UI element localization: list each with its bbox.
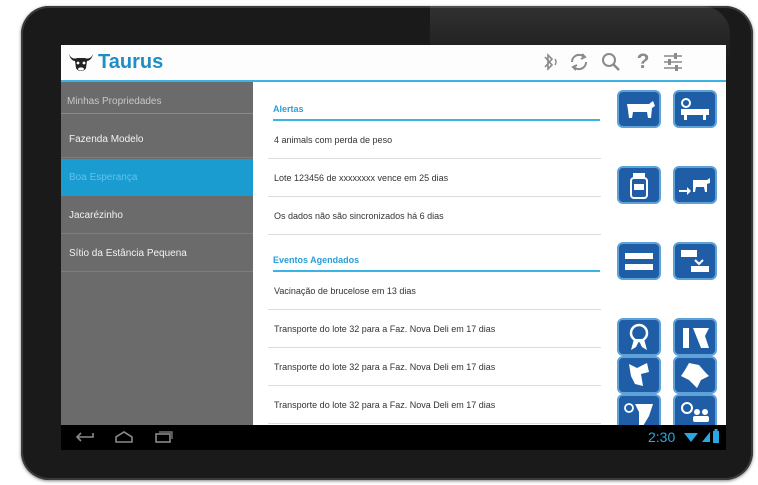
alerts-section-title: Alertas — [273, 104, 600, 121]
event-item[interactable]: Transporte do lote 32 para a Faz. Nova D… — [268, 310, 601, 348]
cow-outline-icon — [683, 328, 709, 348]
alert-item[interactable]: Lote 123456 de xxxxxxxx vence em 25 dias — [268, 159, 601, 197]
wifi-icon — [684, 433, 698, 442]
cattle-split-tile[interactable] — [673, 242, 717, 280]
map-region-icon — [629, 363, 649, 386]
alert-item[interactable]: 4 animals com perda de peso — [268, 121, 601, 159]
cattle-split-icon — [681, 250, 709, 272]
event-item[interactable]: Vacinação de brucelose em 13 dias — [268, 272, 601, 310]
cattle-group-tile[interactable] — [617, 242, 661, 280]
search-icon[interactable] — [599, 51, 623, 73]
cow-outline-tile[interactable] — [673, 318, 717, 356]
region-map-tile[interactable] — [673, 356, 717, 394]
herd-search-icon — [681, 98, 709, 120]
award-ribbon-icon — [629, 323, 649, 350]
recent-apps-icon[interactable] — [153, 430, 175, 444]
events-section-title: Eventos Agendados — [273, 255, 600, 272]
cattle-group-icon — [625, 253, 653, 270]
sidebar-header: Minhas Propriedades — [61, 96, 253, 114]
sync-icon[interactable] — [567, 51, 591, 73]
sidebar-item-jacarezinho[interactable]: Jacarézinho — [61, 197, 253, 234]
app-title: Taurus — [98, 51, 164, 73]
home-icon[interactable] — [113, 430, 135, 444]
action-bar: Taurus ? — [61, 45, 726, 82]
cattle-transfer-tile[interactable] — [673, 166, 717, 204]
alert-item[interactable]: Os dados não são sincronizados há 6 dias — [268, 197, 601, 235]
cow-icon — [627, 101, 655, 118]
sidebar-item-sitio-estancia-pequena[interactable]: Sítio da Estância Pequena — [61, 235, 253, 272]
medicine-tile[interactable] — [617, 166, 661, 204]
signal-icon — [702, 432, 710, 442]
cattle-transfer-icon — [679, 178, 710, 195]
bluetooth-icon[interactable] — [537, 51, 561, 73]
event-item[interactable]: Transporte do lote 32 para a Faz. Nova D… — [268, 386, 601, 424]
medicine-icon — [630, 173, 648, 199]
bull-logo-icon — [69, 54, 93, 71]
map-region-tile[interactable] — [617, 356, 661, 394]
herd-search-tile[interactable] — [673, 90, 717, 128]
cow-tile[interactable] — [617, 90, 661, 128]
status-clock: 2:30 — [648, 429, 676, 445]
properties-sidebar: Minhas Propriedades Fazenda Modelo Boa E… — [61, 82, 253, 425]
back-icon[interactable] — [75, 430, 97, 444]
event-item[interactable]: Transporte do lote 32 para a Faz. Nova D… — [268, 348, 601, 386]
region-map-icon — [681, 363, 709, 388]
sidebar-item-fazenda-modelo[interactable]: Fazenda Modelo — [61, 121, 253, 158]
help-icon[interactable]: ? — [631, 51, 655, 73]
system-nav-bar: 2:30 — [61, 425, 726, 450]
app-screen: Taurus ? Minhas Propriedades Fazenda Mod… — [61, 45, 726, 450]
battery-icon — [713, 429, 719, 443]
settings-sliders-icon[interactable] — [661, 51, 685, 73]
dashboard-content: Alertas 4 animals com perda de peso Lote… — [253, 82, 726, 432]
award-tile[interactable] — [617, 318, 661, 356]
sidebar-item-boa-esperanca[interactable]: Boa Esperança — [61, 159, 253, 196]
